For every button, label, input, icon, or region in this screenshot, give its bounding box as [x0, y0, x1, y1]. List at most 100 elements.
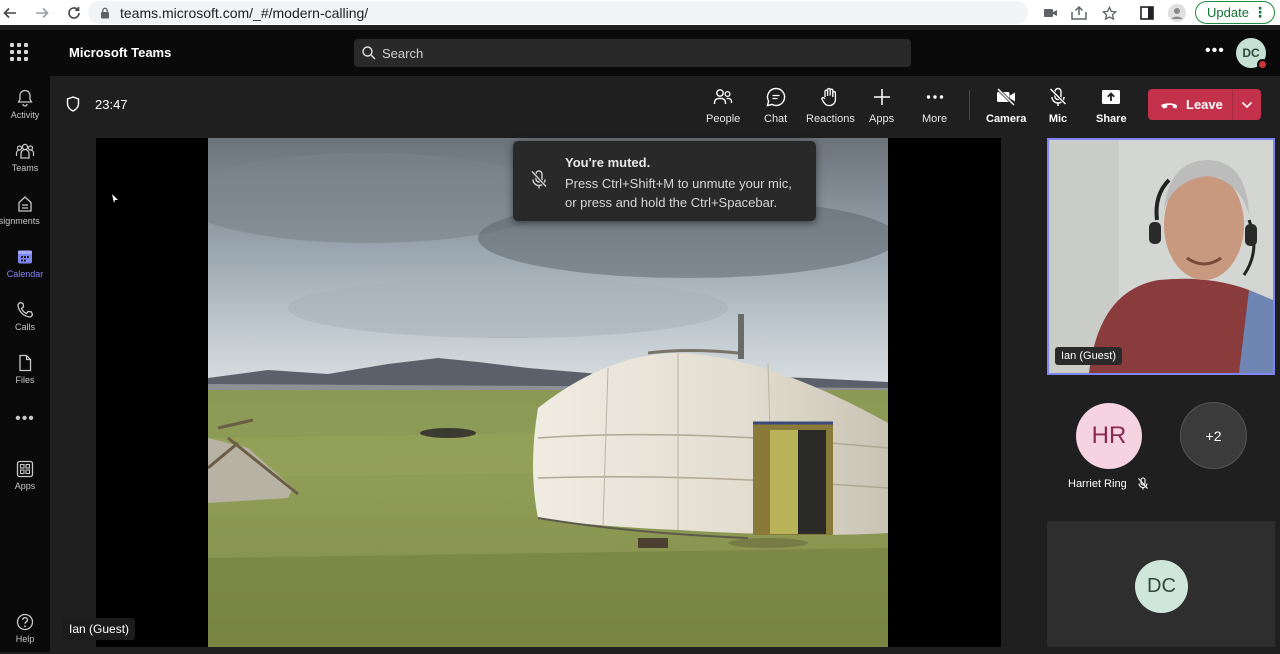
back-arrow-icon[interactable] — [0, 0, 20, 25]
more-apps-ellipsis-icon[interactable]: ••• — [0, 406, 50, 454]
rail-label: Files — [15, 375, 35, 385]
plus-icon — [873, 89, 890, 105]
browser-toolbar: teams.microsoft.com/_#/modern-calling/ U… — [0, 0, 1280, 25]
more-button[interactable]: More — [922, 86, 947, 130]
user-initials: DC — [1242, 46, 1260, 60]
chat-label: Chat — [764, 113, 788, 125]
rail-item-apps[interactable]: Apps — [0, 453, 50, 501]
meeting-timer: 23:47 — [95, 97, 128, 112]
participant-initials: HR — [1091, 422, 1127, 449]
camera-label: Camera — [986, 113, 1027, 125]
help-icon — [16, 613, 34, 631]
rail-item-calendar[interactable]: Calendar — [0, 241, 50, 289]
rail-label: Teams — [11, 163, 39, 173]
app-launcher-icon[interactable] — [10, 43, 28, 61]
more-participants-count: +2 — [1205, 427, 1222, 444]
leave-main[interactable]: Leave — [1148, 89, 1232, 120]
share-label: Share — [1096, 113, 1127, 125]
rail-item-calls[interactable]: Calls — [0, 294, 50, 342]
leave-button[interactable]: Leave — [1148, 89, 1261, 120]
mic-button[interactable]: Mic — [1047, 86, 1069, 130]
camera-off-icon — [997, 87, 1016, 107]
rail-label: Calendar — [6, 269, 44, 279]
profile-icon[interactable] — [1168, 4, 1186, 22]
presenter-name-tag: Ian (Guest) — [63, 618, 136, 640]
mic-off-icon — [1049, 87, 1067, 106]
people-button[interactable]: People — [706, 86, 740, 130]
side-panel-icon[interactable] — [1138, 4, 1156, 22]
calendar-icon — [18, 250, 32, 264]
mic-off-icon — [530, 170, 548, 189]
leave-options-chevron-down-icon[interactable] — [1233, 89, 1261, 120]
toast-title: You're muted. — [565, 155, 651, 170]
raise-hand-icon — [821, 87, 837, 107]
phone-icon — [17, 301, 34, 318]
reload-icon[interactable] — [64, 0, 84, 25]
participant-video-tile[interactable]: Ian (Guest) — [1047, 138, 1275, 375]
rail-label: Assignments — [0, 216, 40, 226]
participant-avatar-hr[interactable]: HR — [1076, 403, 1142, 469]
people-label: People — [706, 113, 741, 125]
rail-item-activity[interactable]: Activity — [0, 82, 50, 130]
rail-item-assignments[interactable]: Assignments — [0, 188, 50, 236]
search-box[interactable] — [354, 39, 911, 67]
more-options-icon[interactable]: ••• — [1205, 42, 1225, 60]
participant-name-row: Harriet Ring — [1068, 477, 1149, 490]
update-button[interactable]: Update ⋮ — [1195, 1, 1275, 24]
chat-button[interactable]: Chat — [764, 86, 787, 130]
app-rail: Activity Teams Assignments Calendar Call… — [0, 76, 50, 652]
apps-button[interactable]: Apps — [869, 86, 894, 130]
update-label: Update — [1207, 5, 1249, 20]
mic-label: Mic — [1048, 113, 1068, 125]
user-avatar[interactable]: DC — [1236, 38, 1268, 70]
toast-message: Press Ctrl+Shift+M to unmute your mic, o… — [565, 176, 792, 210]
meeting-controls-bar: 23:47 People Chat Reactions Apps More Ca… — [50, 76, 1280, 134]
muted-notification: You're muted. Press Ctrl+Shift+M to unmu… — [513, 141, 816, 221]
rail-label: Help — [15, 634, 35, 644]
rail-item-help[interactable]: Help — [0, 606, 50, 654]
participant-video-name: Ian (Guest) — [1055, 347, 1123, 365]
rail-label: Apps — [14, 481, 36, 491]
rail-label: Calls — [14, 322, 35, 332]
teams-header: Microsoft Teams ••• DC — [0, 30, 1280, 76]
more-icon — [926, 95, 943, 99]
apps-label: Apps — [869, 113, 895, 125]
assignments-icon — [18, 196, 32, 212]
mouse-cursor-icon — [112, 194, 118, 203]
rail-item-files[interactable]: Files — [0, 347, 50, 395]
presence-busy-icon — [1257, 59, 1268, 70]
search-icon — [362, 46, 376, 60]
self-avatar: DC — [1135, 560, 1188, 613]
forward-arrow-icon[interactable] — [32, 0, 52, 25]
rail-item-teams[interactable]: Teams — [0, 135, 50, 183]
share-button[interactable]: Share — [1096, 86, 1127, 130]
more-label: More — [922, 113, 948, 125]
participant-video-feed — [1049, 140, 1273, 373]
more-participants-button[interactable]: +2 — [1180, 402, 1247, 469]
people-icon — [713, 89, 733, 104]
share-page-icon[interactable] — [1070, 4, 1088, 22]
hang-up-icon — [1161, 102, 1177, 108]
self-initials: DC — [1147, 575, 1176, 597]
file-icon — [19, 354, 32, 372]
rail-label: Activity — [10, 110, 40, 120]
camera-blocked-icon[interactable] — [1042, 4, 1060, 22]
shield-icon[interactable] — [66, 96, 80, 112]
apps-icon — [16, 460, 34, 478]
chat-icon — [766, 87, 785, 107]
reactions-button[interactable]: Reactions — [806, 86, 855, 130]
lock-icon — [101, 7, 109, 18]
bookmark-star-icon[interactable] — [1100, 4, 1118, 22]
browser-menu-icon: ⋮ — [1253, 4, 1267, 20]
address-bar[interactable]: teams.microsoft.com/_#/modern-calling/ — [88, 1, 1028, 24]
mic-muted-icon — [1137, 477, 1148, 490]
participant-name: Harriet Ring — [1068, 477, 1127, 490]
camera-button[interactable]: Camera — [986, 86, 1026, 130]
share-screen-icon — [1102, 90, 1121, 104]
self-video-tile[interactable]: DC — [1047, 521, 1275, 647]
teams-icon — [15, 143, 35, 159]
url-text: teams.microsoft.com/_#/modern-calling/ — [120, 4, 369, 21]
search-input[interactable] — [382, 45, 882, 61]
reactions-label: Reactions — [806, 113, 855, 125]
leave-label: Leave — [1186, 97, 1223, 112]
